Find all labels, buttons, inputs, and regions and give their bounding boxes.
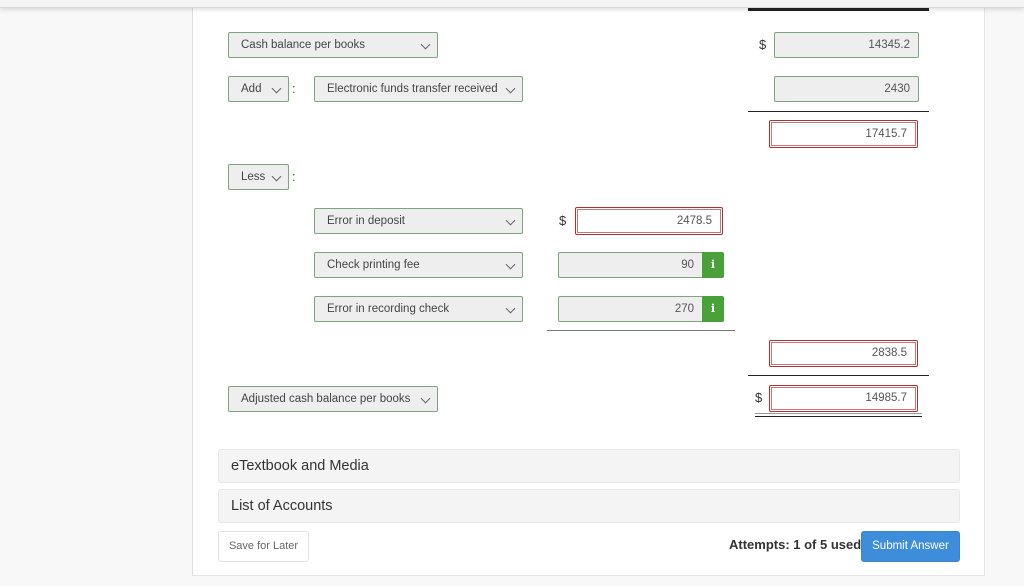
- info-icon[interactable]: i: [702, 296, 724, 322]
- less-item-select[interactable]: Error in deposit: [314, 208, 523, 234]
- submit-answer-button[interactable]: Submit Answer: [861, 531, 960, 562]
- less-item-label: Check printing fee: [327, 259, 420, 271]
- less-item-amount-input[interactable]: 90: [558, 252, 702, 278]
- less-item-label: Error in deposit: [327, 215, 405, 227]
- top-bar: [0, 0, 1024, 8]
- double-underline-bottom: [755, 416, 922, 417]
- less-item-amount-input[interactable]: 270: [558, 296, 702, 322]
- chevron-down-icon: [505, 215, 516, 226]
- less-item-amount-input[interactable]: 2478.5: [575, 207, 723, 235]
- add-subtotal-rule: [748, 111, 929, 112]
- save-for-later-button[interactable]: Save for Later: [218, 531, 309, 562]
- less-item-select[interactable]: Check printing fee: [314, 252, 523, 278]
- end-balance-input[interactable]: 14985.7: [769, 385, 918, 412]
- add-colon: :: [292, 81, 296, 96]
- attempts-counter: Attempts: 1 of 5 used: [729, 537, 862, 552]
- chevron-down-icon: [271, 83, 282, 94]
- end-balance-select[interactable]: Adjusted cash balance per books: [228, 386, 438, 412]
- accordion-etextbook[interactable]: eTextbook and Media: [218, 449, 960, 483]
- section-top-rule: [748, 8, 929, 11]
- chevron-down-icon: [505, 303, 516, 314]
- add-operator-select[interactable]: Add: [228, 76, 289, 102]
- accordion-list-of-accounts-label: List of Accounts: [231, 498, 333, 514]
- add-item-select[interactable]: Electronic funds transfer received: [314, 76, 523, 102]
- chevron-down-icon: [420, 39, 431, 50]
- less-total-rule: [748, 375, 929, 376]
- chevron-down-icon: [505, 259, 516, 270]
- double-underline-top: [755, 413, 922, 414]
- less-operator-select[interactable]: Less: [228, 164, 289, 190]
- less-total-input[interactable]: 2838.5: [769, 340, 918, 367]
- add-item-amount-input[interactable]: 2430: [774, 76, 919, 102]
- start-balance-select[interactable]: Cash balance per books: [228, 32, 438, 58]
- add-item-label: Electronic funds transfer received: [327, 83, 498, 95]
- end-balance-label: Adjusted cash balance per books: [241, 393, 411, 405]
- accordion-list-of-accounts[interactable]: List of Accounts: [218, 489, 960, 523]
- currency-symbol: $: [559, 213, 567, 228]
- currency-symbol: $: [755, 390, 763, 405]
- less-operator-label: Less: [241, 171, 266, 183]
- info-icon[interactable]: i: [702, 252, 724, 278]
- less-items-rule: [547, 330, 735, 331]
- start-balance-label: Cash balance per books: [241, 39, 366, 51]
- currency-symbol: $: [759, 37, 767, 52]
- start-balance-input[interactable]: 14345.2: [774, 32, 919, 58]
- less-colon: :: [292, 169, 296, 184]
- chevron-down-icon: [505, 83, 516, 94]
- accordion-etextbook-label: eTextbook and Media: [231, 458, 369, 474]
- subtotal-input[interactable]: 17415.7: [769, 120, 918, 148]
- add-operator-label: Add: [241, 83, 262, 95]
- chevron-down-icon: [271, 171, 282, 182]
- chevron-down-icon: [420, 393, 431, 404]
- less-item-select[interactable]: Error in recording check: [314, 296, 523, 322]
- less-item-label: Error in recording check: [327, 303, 450, 315]
